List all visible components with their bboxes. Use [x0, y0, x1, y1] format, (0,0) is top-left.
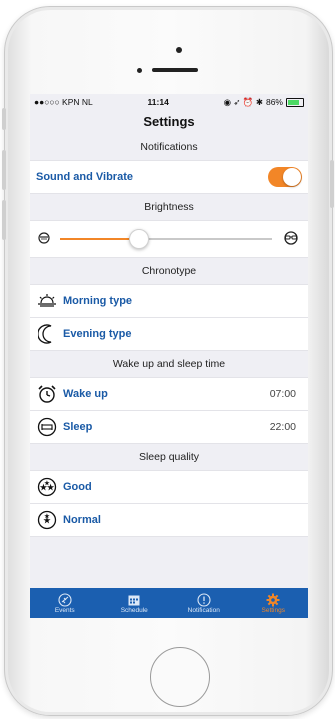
dim-glasses-icon: [36, 231, 52, 247]
app-screen: ●●○○○ KPN NL 11:14 ◉ ➶ ⏰ ✱ 86% Settings …: [30, 94, 308, 618]
svg-text:★: ★: [44, 480, 50, 487]
section-header-chronotype: Chronotype: [141, 265, 197, 277]
calendar-icon: [127, 592, 141, 607]
tab-schedule-label: Schedule: [120, 607, 148, 614]
section-header-brightness: Brightness: [144, 201, 194, 213]
sound-vibrate-label: Sound and Vibrate: [36, 171, 133, 183]
alert-icon: [197, 592, 211, 607]
evening-type-row[interactable]: Evening type: [30, 318, 308, 351]
tab-events[interactable]: Events: [30, 588, 100, 618]
sleep-time: 22:00: [269, 421, 296, 433]
front-camera: [176, 47, 182, 53]
mute-switch: [2, 108, 6, 130]
stars-normal-icon: ★ ★: [36, 509, 58, 531]
home-button[interactable]: [150, 647, 210, 707]
sleep-label: Sleep: [63, 421, 93, 433]
tab-settings-label: Settings: [261, 607, 286, 614]
tab-notification-label: Notification: [187, 607, 220, 614]
svg-text:★: ★: [44, 513, 50, 520]
volume-up-button: [2, 150, 6, 190]
status-right: ◉ ➶ ⏰ ✱ 86%: [224, 97, 304, 108]
carrier: ●●○○○ KPN NL: [34, 97, 93, 107]
quality-normal-row[interactable]: ★ ★ Normal: [30, 504, 308, 537]
tab-notification[interactable]: Notification: [169, 588, 239, 618]
section-header-sleep-quality: Sleep quality: [138, 451, 200, 463]
evening-type-label: Evening type: [63, 328, 132, 340]
bright-glasses-icon: [280, 230, 302, 248]
battery-icon: [285, 97, 304, 107]
alarm-clock-icon: [36, 383, 58, 405]
quality-good-row[interactable]: ★★ ★ Good: [30, 470, 308, 504]
sleep-row[interactable]: Sleep 22:00: [30, 411, 308, 444]
moon-icon: [36, 323, 58, 345]
gear-icon: [266, 592, 280, 607]
brightness-slider[interactable]: [60, 229, 272, 249]
airplane-icon: [58, 592, 72, 607]
brightness-row: [30, 220, 308, 258]
sensor: [137, 68, 142, 73]
morning-type-row[interactable]: Morning type: [30, 284, 308, 318]
sunrise-icon: [36, 290, 58, 312]
tab-settings[interactable]: Settings: [239, 588, 309, 618]
tab-schedule[interactable]: Schedule: [100, 588, 170, 618]
battery-percent: 86%: [265, 97, 283, 107]
earpiece-speaker: [152, 68, 198, 72]
quality-normal-label: Normal: [63, 514, 101, 526]
bed-icon: [36, 416, 58, 438]
volume-down-button: [2, 200, 6, 240]
quality-good-label: Good: [63, 481, 92, 493]
status-bar: ●●○○○ KPN NL 11:14 ◉ ➶ ⏰ ✱ 86%: [30, 94, 308, 110]
wake-up-label: Wake up: [63, 388, 108, 400]
brightness-slider-thumb[interactable]: [129, 229, 150, 249]
tab-events-label: Events: [54, 607, 75, 614]
power-button: [330, 160, 334, 208]
status-icons: ◉ ➶ ⏰ ✱: [223, 96, 263, 107]
section-header-wake-sleep: Wake up and sleep time: [112, 358, 226, 370]
page-title: Settings: [143, 114, 195, 129]
section-header-notifications: Notifications: [140, 141, 198, 153]
wake-up-time: 07:00: [269, 388, 296, 400]
wake-up-row[interactable]: Wake up 07:00: [30, 377, 308, 411]
clock: 11:14: [147, 97, 169, 107]
morning-type-label: Morning type: [63, 295, 133, 307]
tab-bar: Events Schedule Notification Settings: [30, 588, 308, 618]
sound-vibrate-toggle[interactable]: [268, 167, 302, 187]
stars-good-icon: ★★ ★: [36, 476, 58, 498]
sound-vibrate-row: Sound and Vibrate: [30, 160, 308, 194]
